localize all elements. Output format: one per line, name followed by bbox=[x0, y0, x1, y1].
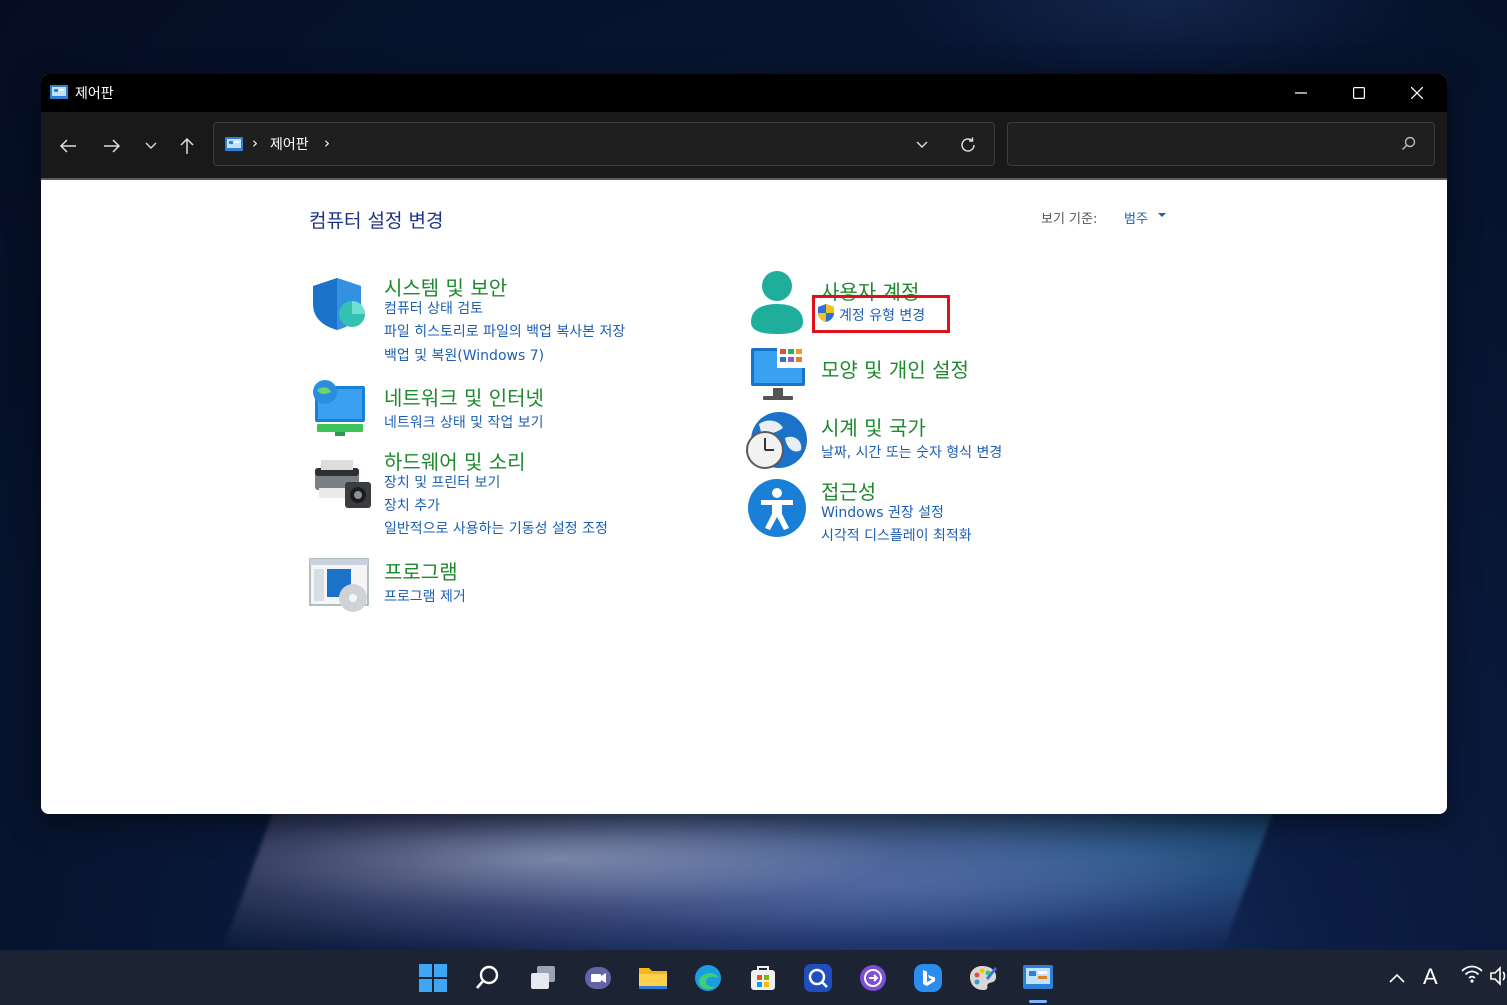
control-panel-window: 제어판 › 제어판 › 컴퓨터 설정 변경 보기 기준: 범주 시스템 및 보안… bbox=[41, 74, 1447, 814]
link-uninstall-program[interactable]: 프로그램 제거 bbox=[384, 586, 466, 606]
link-add-device[interactable]: 장치 추가 bbox=[384, 495, 440, 515]
chevron-down-icon bbox=[145, 142, 157, 149]
link-windows-recommended-settings[interactable]: Windows 권장 설정 bbox=[821, 502, 944, 522]
appearance-icon[interactable] bbox=[747, 346, 809, 402]
paint-button[interactable] bbox=[967, 962, 999, 994]
breadcrumb-separator[interactable]: › bbox=[324, 134, 330, 152]
close-button[interactable] bbox=[1388, 74, 1446, 112]
category-ease-of-access[interactable]: 접근성 bbox=[821, 476, 876, 505]
store-button[interactable] bbox=[747, 962, 779, 994]
breadcrumb-separator[interactable]: › bbox=[252, 134, 258, 152]
refresh-button[interactable] bbox=[956, 133, 980, 157]
folder-icon bbox=[639, 968, 667, 989]
search-app-icon bbox=[804, 964, 832, 992]
search-box[interactable] bbox=[1007, 122, 1435, 166]
chevron-down-icon bbox=[916, 141, 928, 148]
category-system-security[interactable]: 시스템 및 보안 bbox=[384, 272, 507, 301]
wallpaper-wave bbox=[219, 790, 1281, 960]
minimize-button[interactable] bbox=[1272, 74, 1330, 112]
volume-button[interactable] bbox=[1490, 966, 1507, 991]
task-view-icon bbox=[531, 966, 555, 989]
printer-icon[interactable] bbox=[311, 458, 373, 514]
content-area: 컴퓨터 설정 변경 보기 기준: 범주 시스템 및 보안 컴퓨터 상태 검토 파… bbox=[41, 180, 1447, 814]
link-review-computer-status[interactable]: 컴퓨터 상태 검토 bbox=[384, 298, 483, 318]
refresh-icon bbox=[961, 137, 975, 152]
chevron-up-icon bbox=[1389, 973, 1405, 983]
view-by-dropdown[interactable]: 범주 bbox=[1124, 208, 1148, 227]
link-file-history[interactable]: 파일 히스토리로 파일의 백업 복사본 저장 bbox=[384, 321, 625, 341]
page-title: 컴퓨터 설정 변경 bbox=[309, 210, 444, 232]
teams-chat-icon bbox=[585, 967, 611, 989]
category-network-internet[interactable]: 네트워크 및 인터넷 bbox=[384, 382, 544, 411]
view-by-label: 보기 기준: bbox=[1041, 212, 1098, 227]
navigation-bar: › 제어판 › bbox=[41, 112, 1447, 178]
maximize-icon bbox=[1353, 87, 1365, 99]
bing-button[interactable] bbox=[912, 962, 944, 994]
arrow-left-icon bbox=[59, 139, 76, 153]
bing-icon bbox=[914, 964, 942, 992]
remote-app-icon bbox=[860, 965, 886, 991]
teams-chat-button[interactable] bbox=[582, 962, 614, 994]
taskbar: A bbox=[0, 950, 1507, 1005]
control-panel-app-icon bbox=[225, 137, 243, 151]
recent-locations-button[interactable] bbox=[139, 134, 163, 158]
category-appearance-personalization[interactable]: 모양 및 개인 설정 bbox=[821, 354, 969, 383]
link-devices-printers[interactable]: 장치 및 프린터 보기 bbox=[384, 472, 500, 492]
input-indicator[interactable]: A bbox=[1423, 964, 1438, 990]
arrow-right-icon bbox=[104, 139, 121, 153]
start-button[interactable] bbox=[417, 962, 449, 994]
link-optimize-visual-display[interactable]: 시각적 디스플레이 최적화 bbox=[821, 525, 972, 545]
search-icon[interactable] bbox=[1400, 135, 1418, 153]
edge-icon bbox=[695, 965, 721, 991]
wallpaper-glow bbox=[880, 0, 1440, 80]
forward-button[interactable] bbox=[100, 134, 124, 158]
title-bar: 제어판 bbox=[41, 74, 1447, 112]
maximize-button[interactable] bbox=[1330, 74, 1388, 112]
paint-icon bbox=[970, 966, 997, 990]
show-hidden-icons-button[interactable] bbox=[1388, 967, 1406, 989]
control-panel-app-icon bbox=[1023, 965, 1053, 989]
minimize-icon bbox=[1295, 92, 1307, 94]
arrow-up-icon bbox=[180, 137, 194, 154]
link-backup-restore[interactable]: 백업 및 복원(Windows 7) bbox=[384, 345, 544, 365]
breadcrumb-control-panel[interactable]: 제어판 bbox=[270, 134, 309, 154]
shield-icon[interactable] bbox=[311, 276, 367, 332]
caret-down-icon[interactable] bbox=[1158, 213, 1166, 217]
back-button[interactable] bbox=[56, 134, 80, 158]
programs-icon[interactable] bbox=[309, 558, 373, 614]
search-icon bbox=[476, 965, 499, 989]
window-title: 제어판 bbox=[75, 86, 114, 102]
speaker-icon bbox=[1490, 966, 1506, 986]
control-panel-taskbar-button[interactable] bbox=[1022, 962, 1054, 994]
user-accounts-icon[interactable] bbox=[749, 270, 805, 336]
address-bar[interactable]: › 제어판 › bbox=[213, 122, 995, 166]
windows-start-icon bbox=[419, 964, 447, 992]
category-programs[interactable]: 프로그램 bbox=[384, 556, 458, 585]
link-date-time-format[interactable]: 날짜, 시간 또는 숫자 형식 변경 bbox=[821, 442, 1002, 462]
close-icon bbox=[1411, 87, 1423, 99]
highlight-box bbox=[812, 295, 950, 333]
edge-button[interactable] bbox=[692, 962, 724, 994]
network-icon[interactable] bbox=[309, 378, 369, 438]
category-clock-region[interactable]: 시계 및 국가 bbox=[821, 412, 926, 441]
accessibility-icon[interactable] bbox=[747, 478, 807, 538]
search-input[interactable] bbox=[1018, 132, 1392, 156]
control-panel-app-icon bbox=[50, 85, 68, 99]
address-history-dropdown[interactable] bbox=[910, 133, 934, 157]
store-icon bbox=[751, 966, 775, 990]
category-hardware-sound[interactable]: 하드웨어 및 소리 bbox=[384, 446, 526, 475]
link-mobility-settings[interactable]: 일반적으로 사용하는 기동성 설정 조정 bbox=[384, 518, 608, 538]
remote-app-button[interactable] bbox=[857, 962, 889, 994]
up-button[interactable] bbox=[175, 134, 199, 158]
clock-globe-icon[interactable] bbox=[745, 410, 809, 472]
search-app-button[interactable] bbox=[802, 962, 834, 994]
taskbar-search-button[interactable] bbox=[472, 962, 504, 994]
file-explorer-button[interactable] bbox=[637, 962, 669, 994]
wifi-icon bbox=[1461, 965, 1483, 983]
task-view-button[interactable] bbox=[527, 962, 559, 994]
wifi-button[interactable] bbox=[1461, 964, 1483, 989]
active-app-indicator bbox=[1029, 1000, 1047, 1003]
link-network-status[interactable]: 네트워크 상태 및 작업 보기 bbox=[384, 412, 543, 432]
